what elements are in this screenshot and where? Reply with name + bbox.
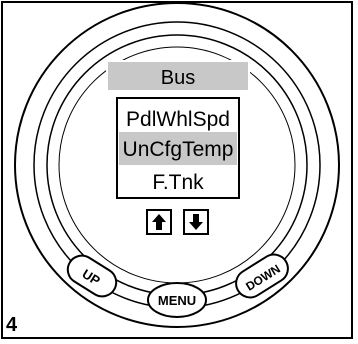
gauge-device: Bus PdlWhlSpd UnCfgTemp F.Tnk UP MENU DO… [14, 2, 340, 328]
onscreen-down-button[interactable] [183, 209, 209, 235]
list-item-pdlwhlspd[interactable]: PdlWhlSpd [126, 108, 230, 131]
onscreen-up-button[interactable] [146, 209, 172, 235]
menu-button-label: MENU [158, 293, 196, 308]
screen-header: Bus [161, 67, 195, 89]
menu-button[interactable]: MENU [147, 282, 207, 318]
list-item-ftnk[interactable]: F.Tnk [152, 171, 204, 194]
figure-number: 4 [6, 314, 18, 336]
list-item-uncfgtemp[interactable]: UnCfgTemp [123, 138, 234, 161]
